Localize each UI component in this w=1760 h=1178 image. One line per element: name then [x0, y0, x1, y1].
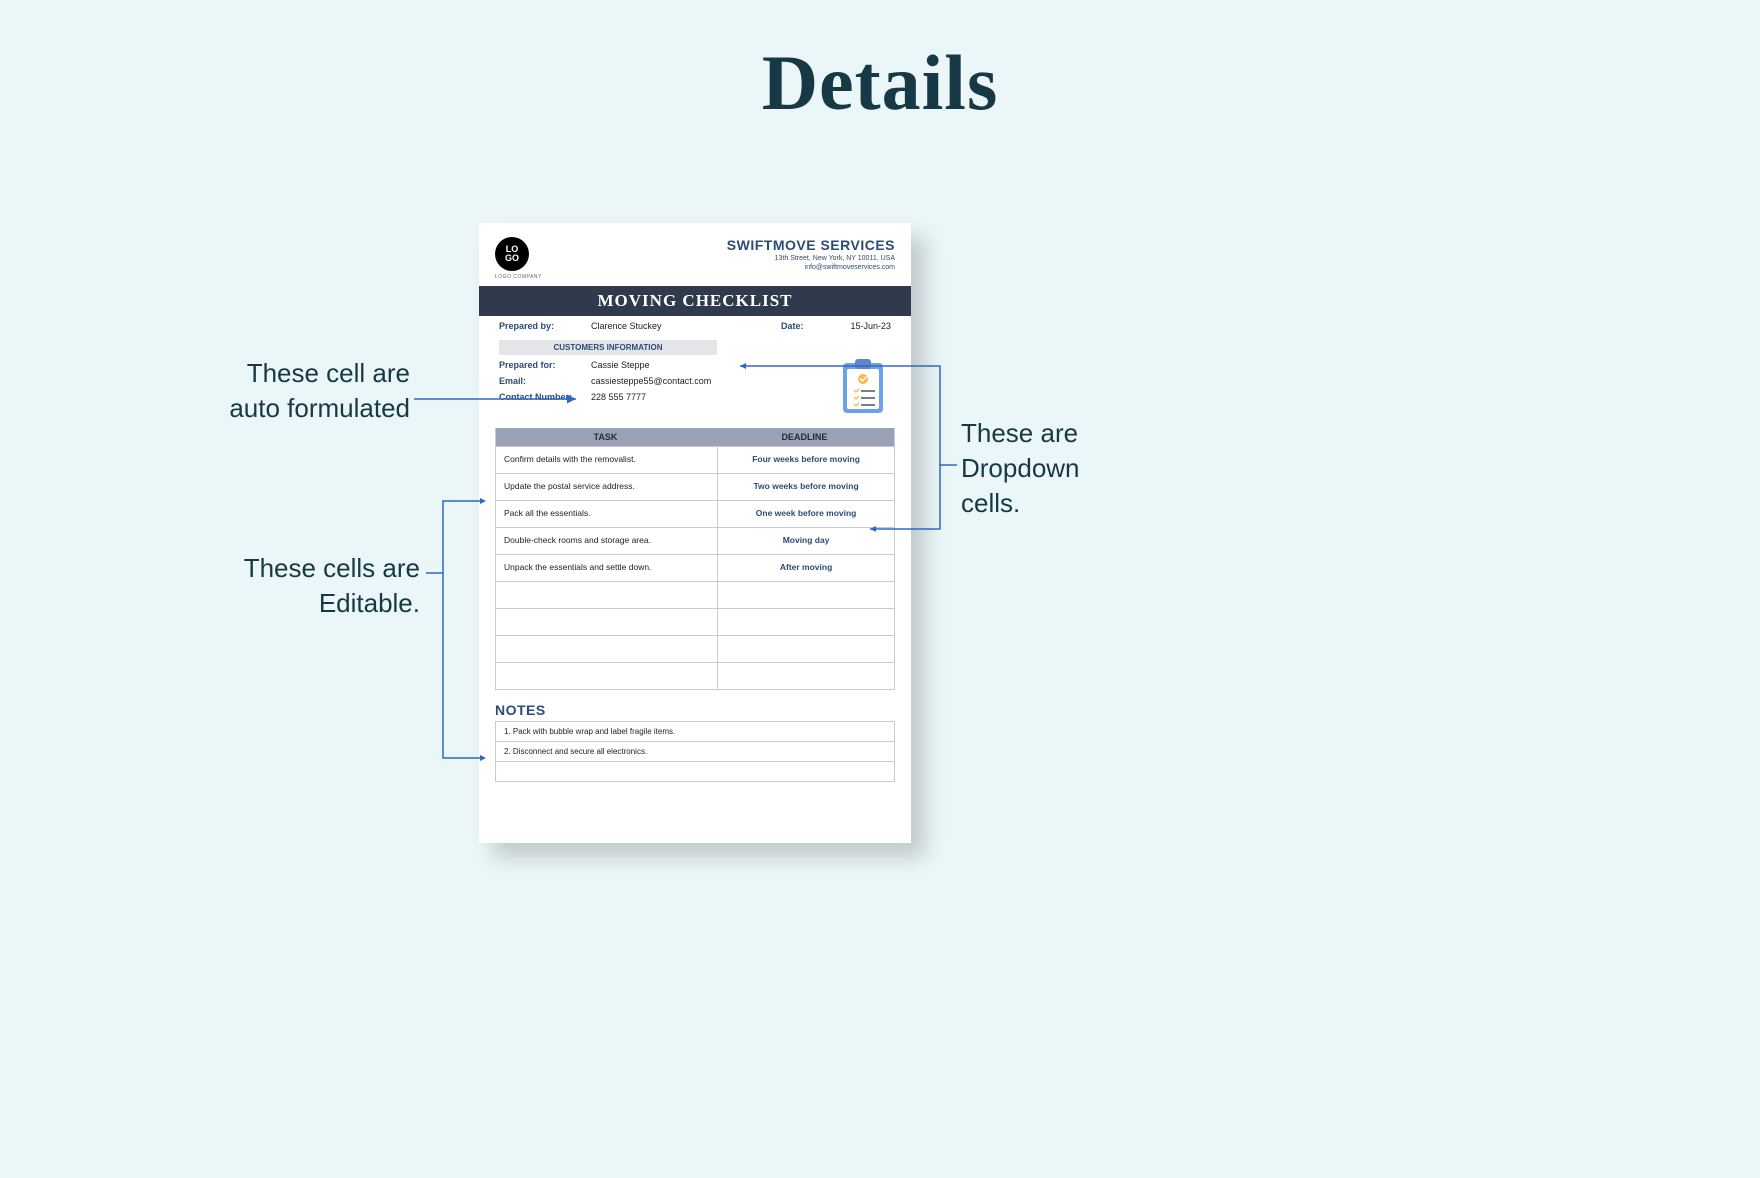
deadline-cell[interactable]: After moving	[717, 555, 894, 581]
table-row: Double-check rooms and storage area.Movi…	[496, 527, 894, 554]
prepared-by-label: Prepared by:	[499, 321, 591, 331]
prepared-for-value[interactable]: Cassie Steppe	[591, 360, 650, 370]
table-row	[496, 662, 894, 689]
email-label: Email:	[499, 376, 591, 386]
task-header: TASK	[496, 428, 715, 446]
document-card: LOGO LOGO COMPANY SWIFTMOVE SERVICES 13t…	[479, 223, 911, 843]
table-row: Update the postal service address.Two we…	[496, 473, 894, 500]
customers-info-header: CUSTOMERS INFORMATION	[499, 340, 717, 355]
table-row: Pack all the essentials.One week before …	[496, 500, 894, 527]
company-address: 13th Street, New York, NY 10011, USA	[727, 255, 895, 262]
task-cell[interactable]	[496, 609, 717, 635]
page-title: Details	[0, 38, 1760, 128]
deadline-cell[interactable]	[717, 636, 894, 662]
note-row[interactable]	[496, 762, 894, 781]
deadline-cell[interactable]	[717, 582, 894, 608]
prepared-for-label: Prepared for:	[499, 360, 591, 370]
annotation-dropdown: These areDropdowncells.	[961, 416, 1141, 521]
task-cell[interactable]	[496, 663, 717, 689]
checklist-banner: MOVING CHECKLIST	[479, 286, 911, 316]
task-cell[interactable]	[496, 636, 717, 662]
task-cell[interactable]: Update the postal service address.	[496, 474, 717, 500]
deadline-cell[interactable]	[717, 663, 894, 689]
prepared-by-value[interactable]: Clarence Stuckey	[591, 321, 662, 331]
clipboard-icon	[837, 357, 889, 422]
task-cell[interactable]: Unpack the essentials and settle down.	[496, 555, 717, 581]
logo-subtext: LOGO COMPANY	[495, 274, 542, 280]
annotation-auto-formulated: These cell areauto formulated	[190, 356, 410, 426]
email-value[interactable]: cassiesteppe55@contact.com	[591, 376, 711, 386]
company-name: SWIFTMOVE SERVICES	[727, 237, 895, 253]
note-row[interactable]: 1. Pack with bubble wrap and label fragi…	[496, 722, 894, 742]
notes-title: NOTES	[495, 702, 895, 718]
deadline-header: DEADLINE	[715, 428, 894, 446]
date-label: Date:	[781, 321, 831, 331]
table-row	[496, 608, 894, 635]
contact-value[interactable]: 228 555 7777	[591, 392, 646, 402]
company-email: info@swiftmoveservices.com	[727, 264, 895, 271]
contact-label: Contact Number:	[499, 392, 591, 402]
annotation-editable: These cells areEditable.	[230, 551, 420, 621]
table-row: Confirm details with the removalist.Four…	[496, 446, 894, 473]
deadline-cell[interactable]: Four weeks before moving	[717, 447, 894, 473]
table-row	[496, 581, 894, 608]
logo: LOGO LOGO COMPANY	[495, 237, 542, 280]
table-row: Unpack the essentials and settle down.Af…	[496, 554, 894, 581]
task-cell[interactable]: Pack all the essentials.	[496, 501, 717, 527]
deadline-cell[interactable]	[717, 609, 894, 635]
checklist-table: TASK DEADLINE Confirm details with the r…	[495, 428, 895, 690]
date-value[interactable]: 15-Jun-23	[831, 321, 891, 331]
deadline-cell[interactable]: Two weeks before moving	[717, 474, 894, 500]
note-row[interactable]: 2. Disconnect and secure all electronics…	[496, 742, 894, 762]
task-cell[interactable]	[496, 582, 717, 608]
deadline-cell[interactable]: Moving day	[717, 528, 894, 554]
task-cell[interactable]: Double-check rooms and storage area.	[496, 528, 717, 554]
task-cell[interactable]: Confirm details with the removalist.	[496, 447, 717, 473]
deadline-cell[interactable]: One week before moving	[717, 501, 894, 527]
table-row	[496, 635, 894, 662]
logo-icon: LOGO	[495, 237, 529, 271]
